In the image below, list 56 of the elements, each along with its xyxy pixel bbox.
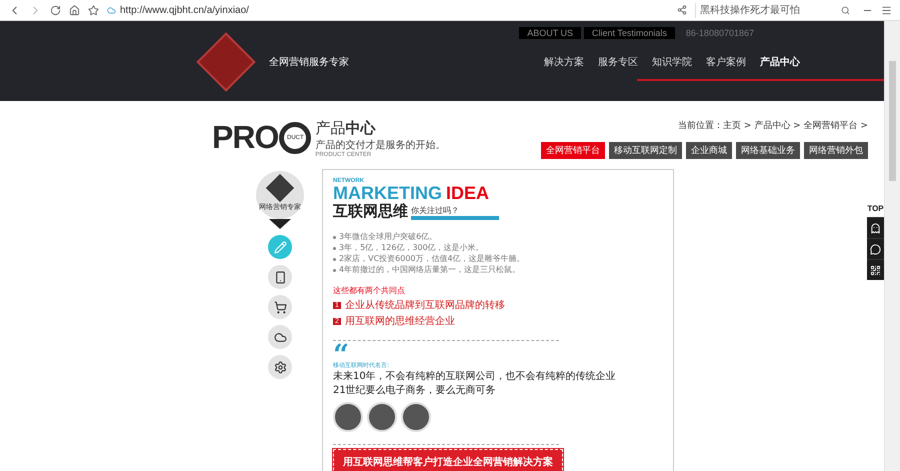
phone-icon[interactable] — [268, 265, 292, 289]
avatar-placeholder — [333, 402, 363, 432]
headline-text: MARKETING — [333, 184, 442, 203]
category-tab[interactable]: 网络基础业务 — [736, 142, 800, 159]
logo-text: PRO — [212, 119, 278, 156]
nav-link[interactable]: 服务专区 — [595, 55, 641, 69]
nav-link[interactable]: 解决方案 — [541, 55, 587, 69]
cart-icon[interactable] — [268, 295, 292, 319]
phone-number: 86-18080701867 — [686, 28, 754, 38]
cta-button[interactable]: 用互联网思维帮客户打造企业全网营销解决方案 — [333, 449, 563, 471]
nav-link[interactable]: 客户案例 — [703, 55, 749, 69]
cloud-icon[interactable] — [268, 325, 292, 349]
page-subtitle: 产品的交付才是服务的开始。 — [315, 138, 446, 152]
page-title: 产品中心 — [315, 119, 377, 138]
point-text: 用互联网的思维经营企业 — [344, 314, 455, 328]
avatar-placeholder — [367, 402, 397, 432]
top-link[interactable]: ABOUT US — [519, 27, 582, 39]
article-title: 互联网思维 — [333, 203, 408, 220]
nav-link[interactable]: 产品中心 — [757, 55, 803, 69]
headline-text: IDEA — [446, 184, 490, 203]
tagline: 全网营销服务专家 — [269, 56, 349, 70]
bullet-dot — [333, 268, 336, 272]
category-tab[interactable]: 网络营销外包 — [804, 142, 868, 159]
settings-icon[interactable] — [268, 355, 292, 379]
share-icon[interactable] — [677, 5, 687, 15]
search-icon[interactable] — [841, 6, 850, 14]
top-link[interactable]: Client Testimonials — [584, 27, 675, 39]
quote-text: 21世纪要么电子商务，要么无商可务 — [333, 384, 497, 398]
breadcrumb: 当前位置：主页 > 产品中心 > 全网营销平台 > — [678, 120, 868, 132]
question-text: 你关注过吗？ — [411, 205, 460, 216]
bullet-text: 3年，5亿，126亿，300亿，这是小米。 — [339, 243, 484, 253]
refresh-icon[interactable] — [50, 4, 61, 16]
nav-link[interactable]: 知识学院 — [649, 55, 695, 69]
search-field[interactable]: 黑科技操作死才最可怕 — [695, 2, 854, 18]
category-tab[interactable]: 企业商城 — [686, 142, 732, 159]
section-heading: 这些都有两个共同点 — [333, 285, 406, 296]
star-icon[interactable] — [88, 4, 99, 16]
category-tab[interactable]: 全网营销平台 — [541, 142, 605, 159]
qr-code-icon[interactable] — [867, 259, 884, 280]
top-link[interactable]: TOP — [867, 204, 884, 213]
point-text: 企业从传统品牌到互联网品牌的转移 — [344, 298, 505, 312]
scrollbar-thumb[interactable] — [889, 61, 896, 181]
home-icon[interactable] — [69, 4, 80, 16]
down-triangle-icon — [269, 219, 291, 229]
bullet-dot — [333, 258, 336, 260]
bullet-text: 4年前撤过的，中国网络店量第一，这是三只松鼠。 — [339, 265, 520, 275]
menu-icon[interactable] — [881, 4, 892, 16]
bullet-text: 2家店，VC投资6000万，估值4亿，这是雕爷牛腩。 — [339, 254, 525, 264]
avatar-placeholder — [401, 402, 431, 432]
quote-text: 未来10年，不会有纯粹的互联网公司，也不会有纯粹的传统企业 — [333, 370, 617, 384]
bullet-dot — [333, 236, 336, 238]
category-tab[interactable]: 移动互联网定制 — [609, 142, 682, 159]
bullet-dot — [333, 246, 336, 250]
bullet-text: 3年微信全球用户突破6亿。 — [339, 232, 438, 242]
chat-icon[interactable] — [867, 238, 884, 259]
address-field[interactable]: http://www.qjbht.cn/a/yinxiao/ — [120, 4, 249, 16]
